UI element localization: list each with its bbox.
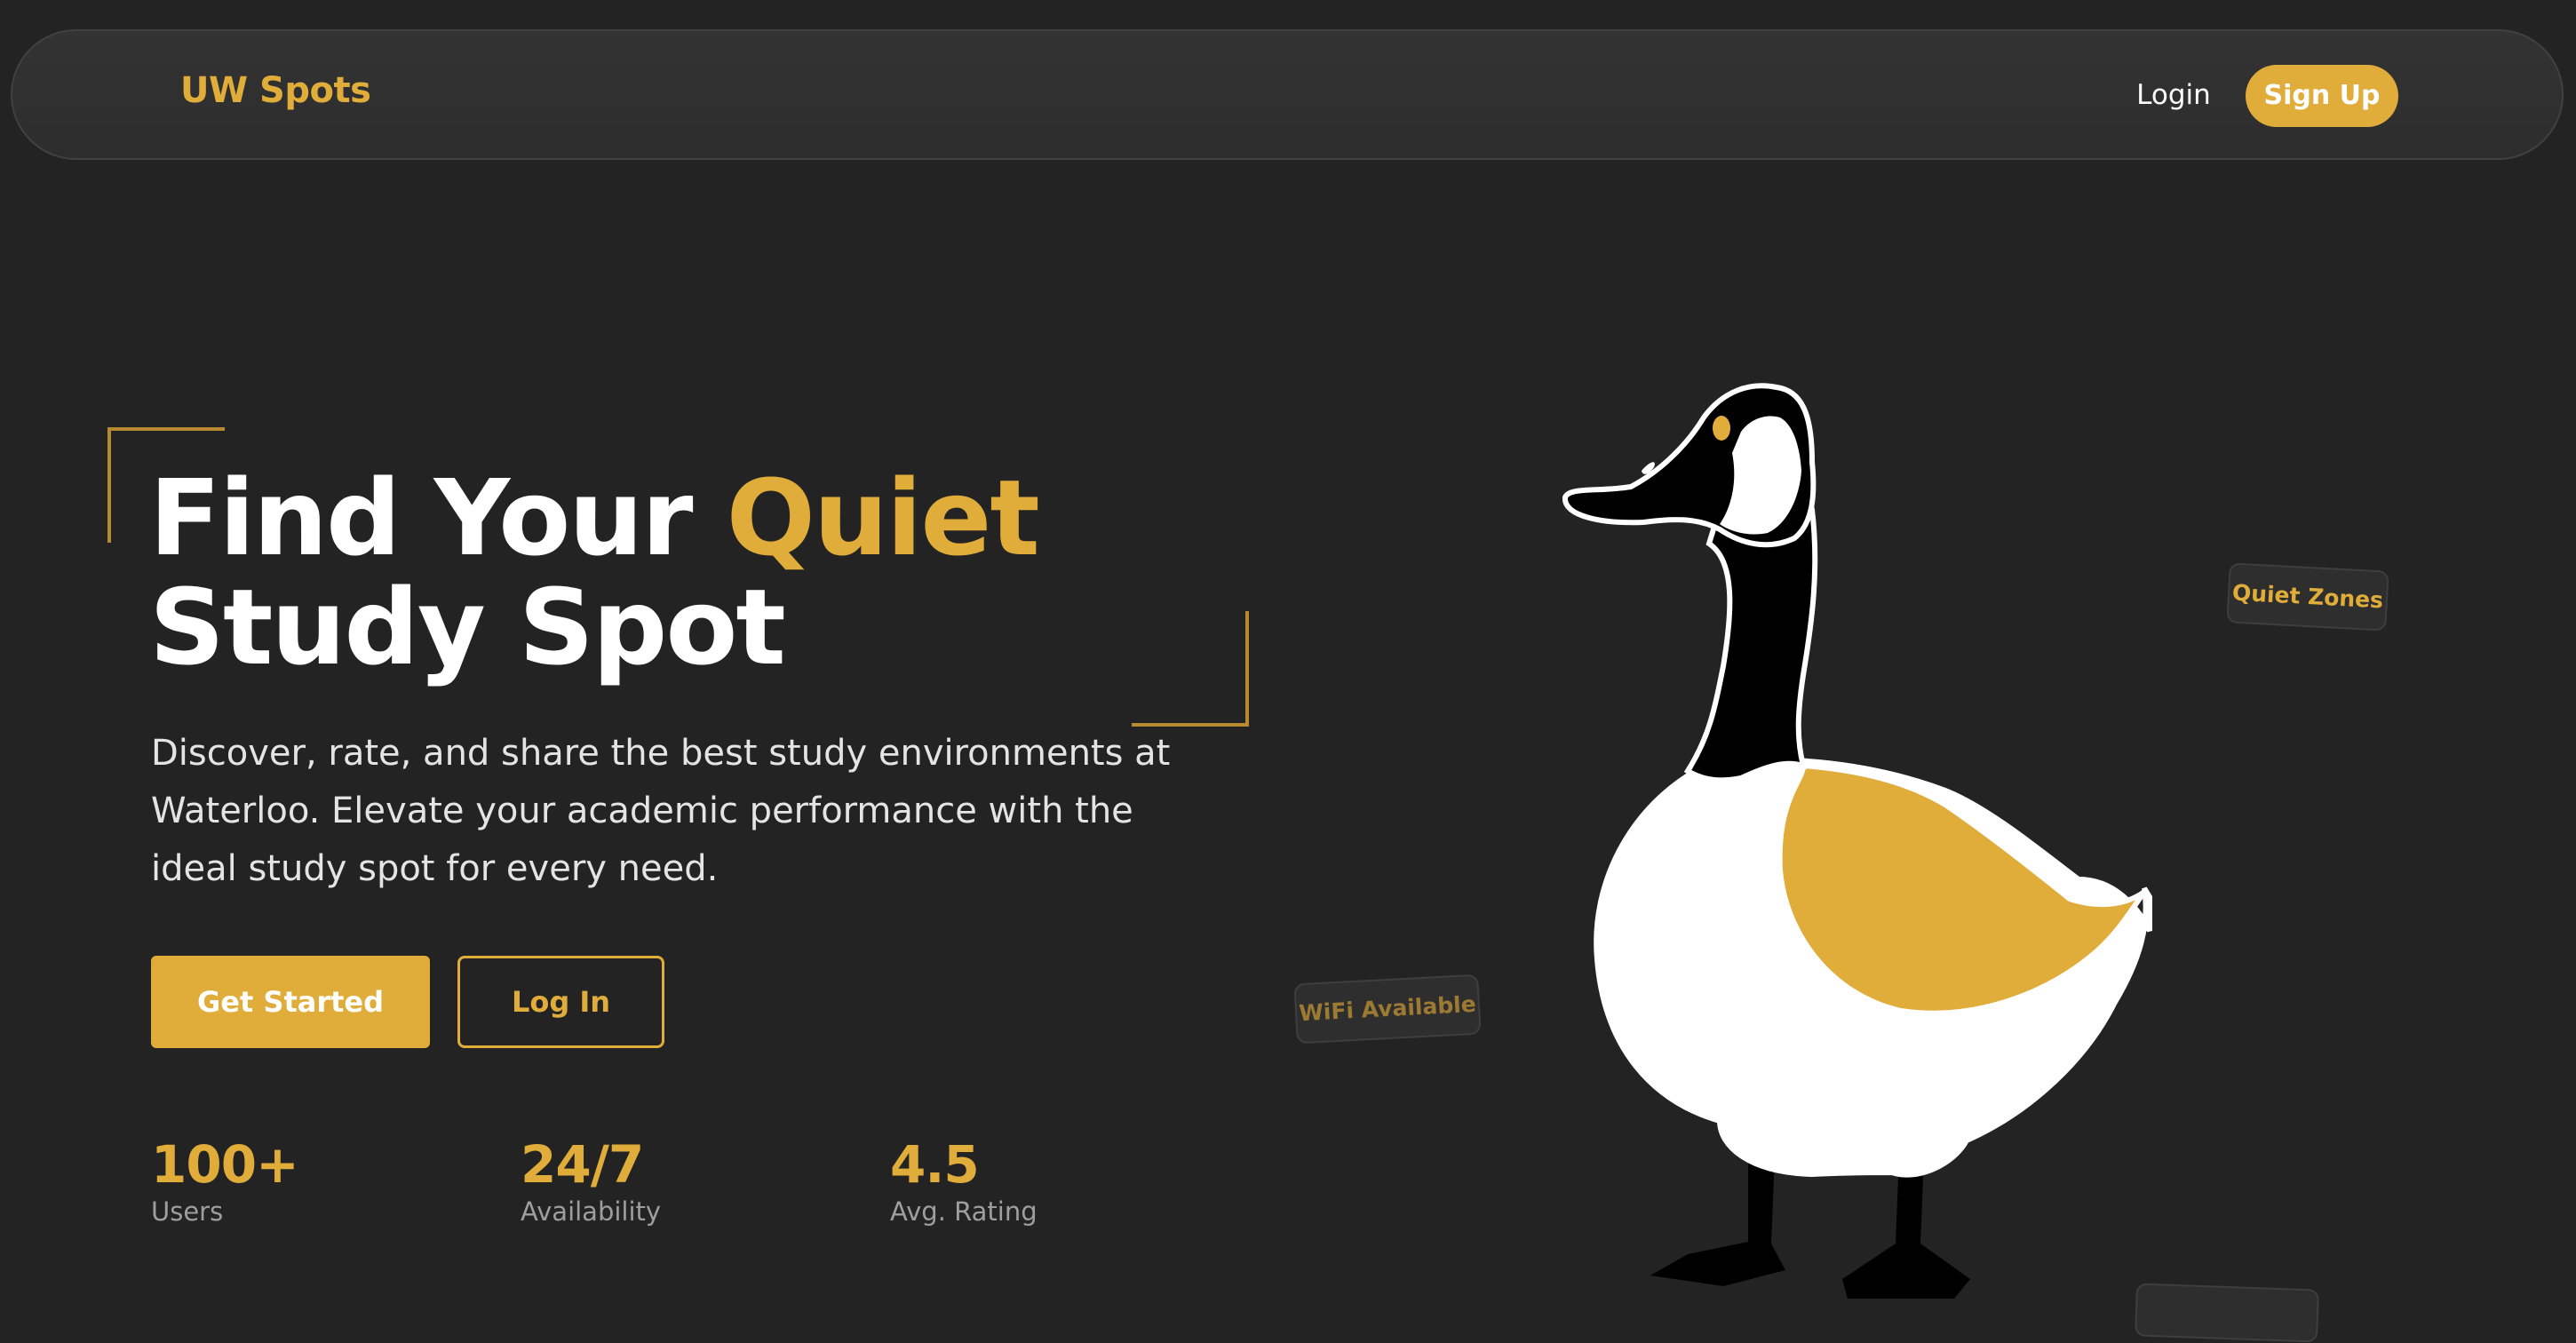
hero-description: Discover, rate, and share the best study… bbox=[151, 733, 1171, 889]
stat-rating: 4.5 Avg. Rating bbox=[890, 1135, 1038, 1229]
hero-title-prefix: Find Your bbox=[149, 457, 727, 579]
stat-label: Users bbox=[151, 1196, 224, 1227]
nav-signup-button[interactable]: Sign Up bbox=[2246, 65, 2398, 127]
stat-label: Availability bbox=[521, 1196, 662, 1227]
top-nav: UW Spots Login Sign Up bbox=[11, 29, 2564, 160]
hero-login-button[interactable]: Log In bbox=[457, 956, 664, 1048]
stat-availability: 24/7 Availability bbox=[521, 1135, 661, 1229]
goose-illustration bbox=[1562, 383, 2152, 1299]
wifi-available-tag: WiFi Available bbox=[1293, 973, 1482, 1045]
get-started-button[interactable]: Get Started bbox=[151, 956, 430, 1048]
stat-value: 24/7 bbox=[521, 1134, 644, 1195]
hero-title-accent: Quiet bbox=[726, 457, 1040, 579]
hero-title-line2: Study Spot bbox=[149, 566, 786, 688]
goose-eye bbox=[1713, 416, 1730, 441]
stat-value: 4.5 bbox=[890, 1134, 980, 1195]
quiet-zones-tag: Quiet Zones bbox=[2226, 562, 2389, 632]
hero-title: Find Your Quiet Study Spot bbox=[149, 464, 1171, 682]
stat-value: 100+ bbox=[151, 1134, 299, 1195]
stat-users: 100+ Users bbox=[151, 1134, 299, 1229]
brand-logo[interactable]: UW Spots bbox=[180, 70, 371, 111]
stat-label: Avg. Rating bbox=[890, 1196, 1038, 1227]
nav-login-link[interactable]: Login bbox=[2125, 75, 2222, 115]
